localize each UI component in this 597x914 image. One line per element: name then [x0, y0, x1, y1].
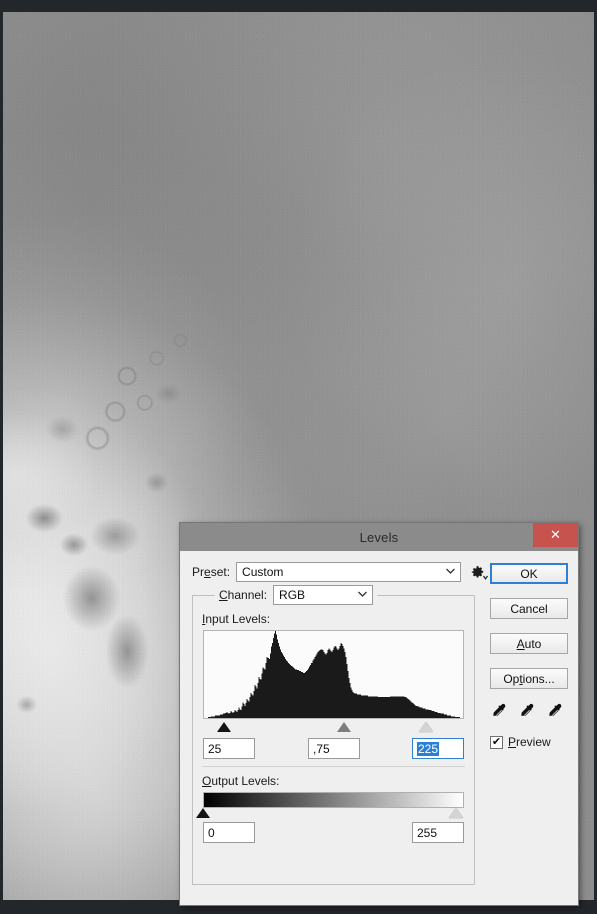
cancel-button[interactable]: Cancel — [490, 598, 568, 619]
preset-value: Custom — [242, 565, 284, 579]
channel-label: Channel: — [219, 588, 267, 602]
preset-label-accel: e — [204, 565, 211, 579]
levels-left-column: Preset: Custom — [192, 561, 488, 583]
preview-checkbox-row[interactable]: ✔ Preview — [490, 735, 568, 749]
input-gamma-value: ,75 — [313, 741, 330, 756]
input-gamma-slider[interactable] — [337, 722, 352, 732]
options-label-a: Op — [503, 671, 520, 686]
input-white-point-slider[interactable] — [419, 722, 434, 732]
preview-label: Preview — [508, 735, 551, 749]
channel-label-post: hannel: — [227, 588, 268, 602]
auto-button[interactable]: Auto — [490, 633, 568, 654]
preset-label-post: set: — [210, 565, 231, 579]
eyedropper-black-point-icon[interactable] — [492, 703, 510, 721]
close-icon[interactable]: ✕ — [533, 523, 578, 547]
channel-row: Channel: RGB — [215, 585, 378, 605]
eyedropper-group — [490, 703, 568, 721]
output-slider-track[interactable] — [196, 806, 464, 820]
dialog-titlebar[interactable]: Levels ✕ — [180, 523, 578, 551]
input-white-field[interactable]: 225 — [412, 738, 464, 759]
dialog-title: Levels — [359, 529, 399, 545]
input-gamma-field[interactable]: ,75 — [308, 738, 360, 759]
input-black-point-slider[interactable] — [217, 722, 232, 732]
preview-checkbox[interactable]: ✔ — [490, 735, 503, 749]
gear-icon[interactable] — [467, 562, 488, 582]
output-black-field[interactable]: 0 — [203, 822, 255, 843]
levels-groupbox: Channel: RGB Input Levels: 25 ,75 225 Ou… — [192, 585, 475, 885]
eyedropper-glyph — [521, 703, 534, 716]
close-glyph: ✕ — [550, 527, 561, 542]
output-levels-values: 0 255 — [203, 822, 464, 844]
ok-button[interactable]: OK — [490, 563, 568, 584]
input-slider-track[interactable] — [203, 720, 464, 734]
gear-chevron-icon — [483, 575, 488, 580]
auto-accel: A — [516, 636, 525, 651]
preview-label-rest: review — [516, 735, 551, 749]
input-black-field[interactable]: 25 — [203, 738, 255, 759]
input-levels-text: nput Levels: — [205, 612, 271, 626]
channel-dropdown[interactable]: RGB — [273, 585, 374, 605]
channel-value: RGB — [279, 588, 306, 602]
preset-dropdown[interactable]: Custom — [236, 562, 461, 582]
levels-button-column: OK Cancel Auto Op t ions... ✔ Preview — [490, 563, 568, 749]
output-white-slider[interactable] — [449, 808, 464, 818]
input-white-value: 225 — [417, 741, 440, 756]
input-levels-label: Input Levels: — [202, 612, 270, 626]
chevron-down-icon — [446, 568, 455, 577]
input-black-value: 25 — [208, 741, 222, 756]
auto-label-rest: uto — [524, 636, 542, 651]
output-levels-accel: O — [202, 774, 212, 788]
output-black-value: 0 — [208, 825, 215, 840]
levels-divider — [202, 766, 465, 767]
output-levels-label: Output Levels: — [202, 774, 279, 788]
options-label-b: ions... — [522, 671, 555, 686]
options-button[interactable]: Op t ions... — [490, 668, 568, 689]
chevron-down-icon — [358, 591, 368, 600]
dialog-body: Preset: Custom Channel: RGB Input Levels… — [180, 551, 578, 905]
histogram-panel[interactable] — [203, 630, 464, 719]
preview-accel: P — [508, 735, 517, 749]
eyedropper-glyph — [493, 703, 506, 716]
eyedropper-white-point-icon[interactable] — [548, 703, 566, 721]
output-white-field[interactable]: 255 — [412, 822, 464, 843]
eyedropper-gray-point-icon[interactable] — [520, 703, 538, 721]
output-white-value: 255 — [417, 825, 438, 840]
output-levels-text: utput Levels: — [211, 774, 280, 788]
eyedropper-glyph — [549, 703, 562, 716]
histogram-chart — [204, 631, 463, 718]
levels-dialog[interactable]: Levels ✕ Preset: Custom Channel: RGB Inp… — [180, 523, 578, 905]
preset-row: Preset: Custom — [192, 561, 488, 583]
output-black-slider[interactable] — [196, 808, 210, 818]
check-icon: ✔ — [491, 735, 502, 748]
input-levels-values: 25 ,75 225 — [203, 738, 464, 760]
preset-label: Preset: — [192, 565, 231, 579]
channel-label-accel: C — [219, 588, 228, 602]
